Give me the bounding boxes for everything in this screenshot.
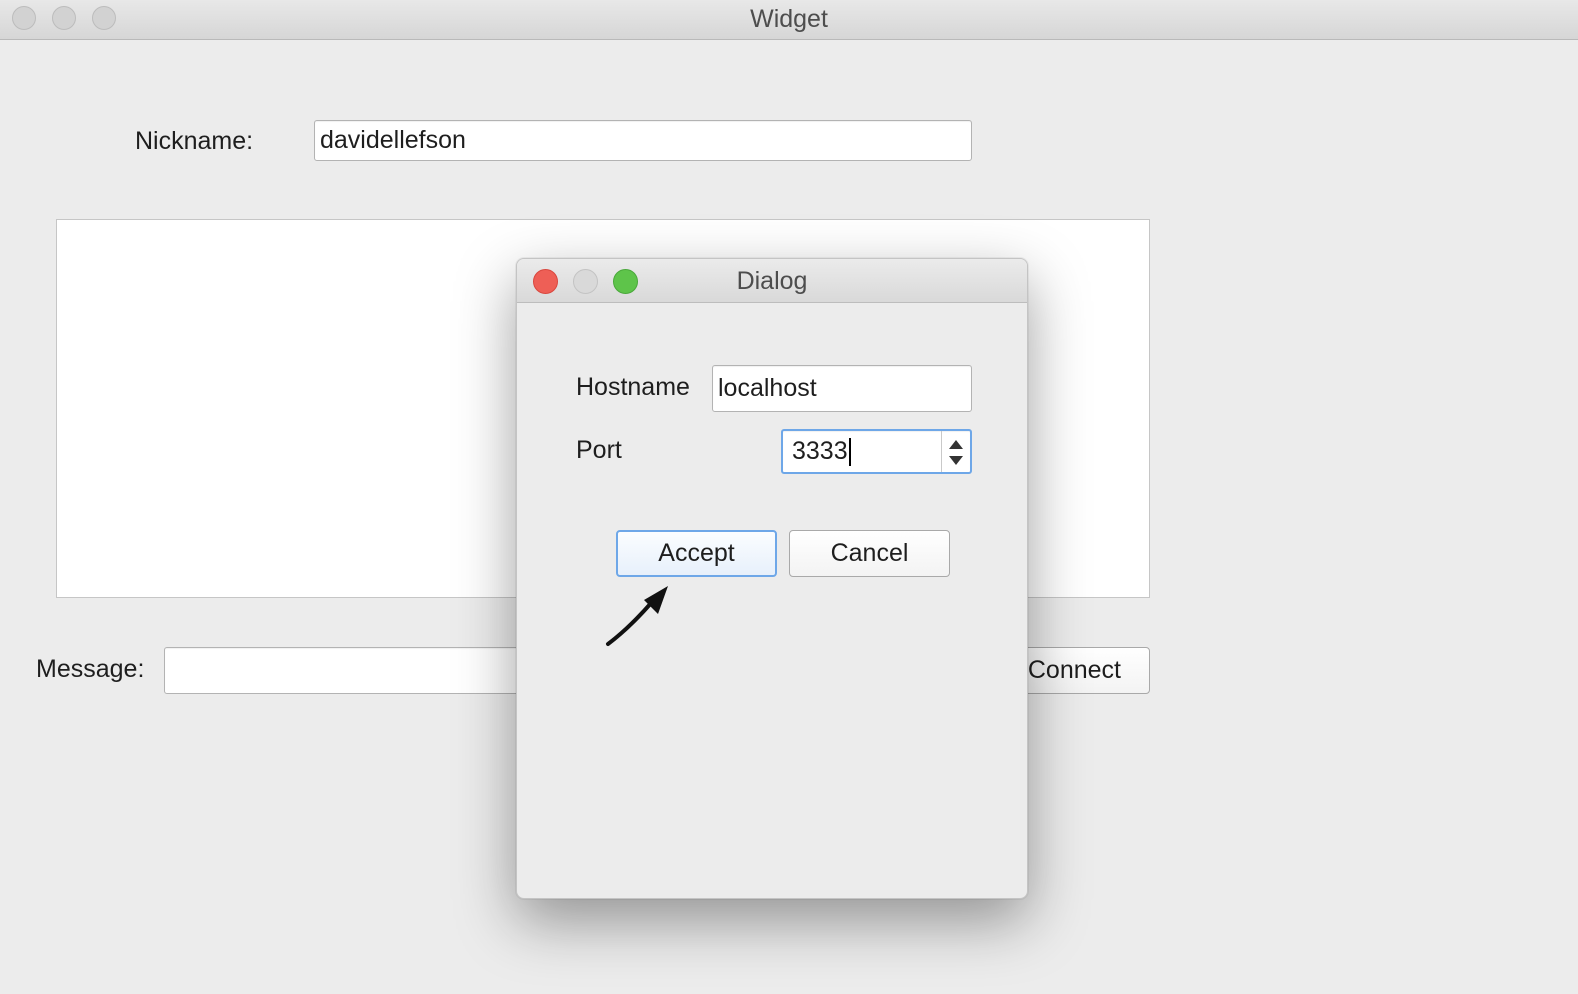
text-caret [848, 438, 851, 467]
dialog-title: Dialog [736, 267, 808, 295]
connect-button-label: Connect [1027, 656, 1121, 684]
spin-up-down-icon[interactable] [941, 431, 970, 472]
port-label: Port [576, 436, 622, 464]
window-titlebar[interactable]: Widget [0, 0, 1578, 40]
arrow-pointer-icon [606, 586, 668, 646]
cancel-button-label: Cancel [830, 539, 909, 567]
nickname-label: Nickname: [135, 127, 254, 155]
port-value: 3333 [792, 437, 848, 465]
spin-up-icon[interactable] [949, 440, 963, 449]
cancel-button[interactable]: Cancel [789, 530, 950, 577]
connection-dialog: Dialog Hostname localhost Port 3333 Acce… [516, 258, 1028, 899]
hostname-input[interactable]: localhost [712, 365, 972, 412]
dialog-titlebar[interactable]: Dialog [517, 259, 1027, 303]
nickname-input[interactable]: davidellefson [314, 120, 972, 161]
main-window: Widget Nickname: davidellefson Message: … [0, 0, 1578, 994]
accept-button-label: Accept [658, 539, 735, 567]
hostname-label: Hostname [576, 373, 690, 401]
window-title: Widget [750, 5, 828, 33]
accept-button[interactable]: Accept [616, 530, 777, 577]
message-label: Message: [36, 655, 145, 683]
port-spinbox[interactable]: 3333 [781, 429, 972, 474]
spin-down-icon[interactable] [949, 456, 963, 465]
